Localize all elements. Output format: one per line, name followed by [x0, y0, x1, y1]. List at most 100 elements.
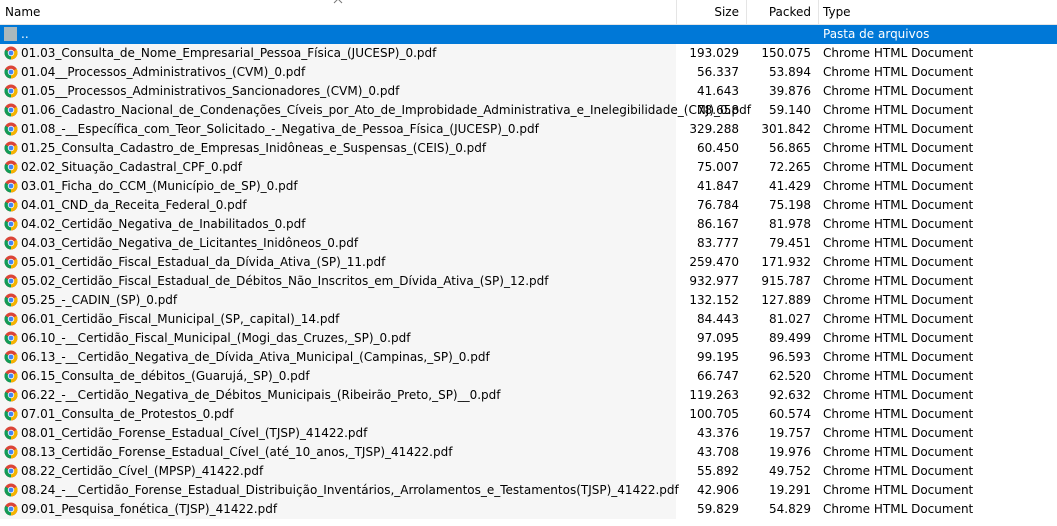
file-type: Chrome HTML Document: [823, 331, 974, 345]
file-row[interactable]: 04.01_CND_da_Receita_Federal_0.pdf 76.78…: [0, 196, 1057, 215]
file-row[interactable]: 06.10_-__Certidão_Fiscal_Municipal_(Mogi…: [0, 329, 1057, 348]
file-size: 99.195: [697, 350, 739, 364]
file-name: 05.25_-_CADIN_(SP)_0.pdf: [21, 293, 178, 307]
chrome-icon: [4, 198, 18, 212]
file-row[interactable]: 04.03_Certidão_Negativa_de_Licitantes_In…: [0, 234, 1057, 253]
file-size: 193.029: [689, 46, 739, 60]
chrome-icon: [4, 65, 18, 79]
file-type: Chrome HTML Document: [823, 350, 974, 364]
file-packed-size: 127.889: [761, 293, 811, 307]
file-name: 08.22_Certidão_Cível_(MPSP)_41422.pdf: [21, 464, 264, 478]
file-row[interactable]: 03.01_Ficha_do_CCM_(Município_de_SP)_0.p…: [0, 177, 1057, 196]
column-header-packed[interactable]: Packed: [747, 0, 811, 24]
file-type: Chrome HTML Document: [823, 46, 974, 60]
file-name: 04.01_CND_da_Receita_Federal_0.pdf: [21, 198, 247, 212]
column-header-size[interactable]: Size: [677, 0, 739, 24]
file-row[interactable]: 06.22_-__Certidão_Negativa_de_Débitos_Mu…: [0, 386, 1057, 405]
file-type: Chrome HTML Document: [823, 65, 974, 79]
file-list[interactable]: .. Pasta de arquivos 01.03_Consulta_de_N…: [0, 25, 1057, 519]
file-type: Chrome HTML Document: [823, 388, 974, 402]
column-divider[interactable]: [818, 0, 819, 24]
file-row[interactable]: 05.01_Certidão_Fiscal_Estadual_da_Dívida…: [0, 253, 1057, 272]
file-size: 86.167: [697, 217, 739, 231]
file-type: Chrome HTML Document: [823, 198, 974, 212]
chrome-icon: [4, 217, 18, 231]
file-row[interactable]: 06.01_Certidão_Fiscal_Municipal_(SP,_cap…: [0, 310, 1057, 329]
file-name: 04.02_Certidão_Negativa_de_Inabilitados_…: [21, 217, 306, 231]
chrome-icon: [4, 369, 18, 383]
file-row[interactable]: 06.13_-__Certidão_Negativa_de_Dívida_Ati…: [0, 348, 1057, 367]
sort-ascending-icon: [333, 0, 343, 4]
file-type: Chrome HTML Document: [823, 236, 974, 250]
file-row[interactable]: 06.15_Consulta_de_débitos_(Guarujá,_SP)_…: [0, 367, 1057, 386]
folder-up-icon: [4, 27, 17, 41]
file-row[interactable]: 08.22_Certidão_Cível_(MPSP)_41422.pdf 55…: [0, 462, 1057, 481]
chrome-icon: [4, 84, 18, 98]
chrome-icon: [4, 236, 18, 250]
column-header-name[interactable]: Name: [5, 0, 40, 24]
file-packed-size: 53.894: [769, 65, 811, 79]
chrome-icon: [4, 350, 18, 364]
column-header-type[interactable]: Type: [823, 0, 851, 24]
file-type: Chrome HTML Document: [823, 103, 974, 117]
file-name: 06.22_-__Certidão_Negativa_de_Débitos_Mu…: [21, 388, 501, 402]
file-row[interactable]: 05.25_-_CADIN_(SP)_0.pdf 132.152 127.889…: [0, 291, 1057, 310]
file-row[interactable]: 01.05__Processos_Administrativos_Sancion…: [0, 82, 1057, 101]
file-row[interactable]: 08.24_-__Certidão_Forense_Estadual_Distr…: [0, 481, 1057, 500]
file-name: 05.01_Certidão_Fiscal_Estadual_da_Dívida…: [21, 255, 386, 269]
file-packed-size: 60.574: [769, 407, 811, 421]
file-name: 01.03_Consulta_de_Nome_Empresarial_Pesso…: [21, 46, 437, 60]
file-size: 56.337: [697, 65, 739, 79]
file-row[interactable]: 05.02_Certidão_Fiscal_Estadual_de_Débito…: [0, 272, 1057, 291]
file-row[interactable]: 02.02_Situação_Cadastral_CPF_0.pdf 75.00…: [0, 158, 1057, 177]
chrome-icon: [4, 464, 18, 478]
chrome-icon: [4, 46, 18, 60]
file-row[interactable]: 07.01_Consulta_de_Protestos_0.pdf 100.70…: [0, 405, 1057, 424]
file-packed-size: 301.842: [761, 122, 811, 136]
file-type: Chrome HTML Document: [823, 407, 974, 421]
file-name: 06.01_Certidão_Fiscal_Municipal_(SP,_cap…: [21, 312, 340, 326]
file-name: 04.03_Certidão_Negativa_de_Licitantes_In…: [21, 236, 359, 250]
file-row[interactable]: 01.08_-__Específica_com_Teor_Solicitado_…: [0, 120, 1057, 139]
file-packed-size: 59.140: [769, 103, 811, 117]
file-name: 08.13_Certidão_Forense_Estadual_Cível_(a…: [21, 445, 453, 459]
file-row[interactable]: 08.01_Certidão_Forense_Estadual_Cível_(T…: [0, 424, 1057, 443]
chrome-icon: [4, 293, 18, 307]
file-name: 06.13_-__Certidão_Negativa_de_Dívida_Ati…: [21, 350, 490, 364]
chrome-icon: [4, 483, 18, 497]
file-packed-size: 62.520: [769, 369, 811, 383]
file-type: Pasta de arquivos: [823, 27, 930, 41]
file-row[interactable]: 01.25_Consulta_Cadastro_de_Empresas_Inid…: [0, 139, 1057, 158]
file-name: 09.01_Pesquisa_fonética_(TJSP)_41422.pdf: [21, 502, 278, 516]
file-packed-size: 49.752: [769, 464, 811, 478]
file-packed-size: 72.265: [769, 160, 811, 174]
file-type: Chrome HTML Document: [823, 160, 974, 174]
file-name: ..: [21, 27, 29, 41]
file-name: 05.02_Certidão_Fiscal_Estadual_de_Débito…: [21, 274, 549, 288]
file-type: Chrome HTML Document: [823, 464, 974, 478]
file-name: 01.25_Consulta_Cadastro_de_Empresas_Inid…: [21, 141, 487, 155]
file-row[interactable]: 09.01_Pesquisa_fonética_(TJSP)_41422.pdf…: [0, 500, 1057, 519]
file-row[interactable]: 01.04__Processos_Administrativos_(CVM)_0…: [0, 63, 1057, 82]
file-row[interactable]: 01.03_Consulta_de_Nome_Empresarial_Pesso…: [0, 44, 1057, 63]
file-packed-size: 54.829: [769, 502, 811, 516]
file-row[interactable]: 04.02_Certidão_Negativa_de_Inabilitados_…: [0, 215, 1057, 234]
chrome-icon: [4, 141, 18, 155]
parent-folder-row[interactable]: .. Pasta de arquivos: [0, 25, 1057, 44]
file-name: 08.24_-__Certidão_Forense_Estadual_Distr…: [21, 483, 679, 497]
file-packed-size: 171.932: [761, 255, 811, 269]
file-size: 43.708: [697, 445, 739, 459]
file-row[interactable]: 01.06_Cadastro_Nacional_de_Condenações_C…: [0, 101, 1057, 120]
file-size: 41.847: [697, 179, 739, 193]
file-type: Chrome HTML Document: [823, 141, 974, 155]
file-packed-size: 41.429: [769, 179, 811, 193]
file-name: 08.01_Certidão_Forense_Estadual_Cível_(T…: [21, 426, 368, 440]
file-size: 76.784: [697, 198, 739, 212]
file-size: 132.152: [689, 293, 739, 307]
file-packed-size: 81.978: [769, 217, 811, 231]
file-size: 97.095: [697, 331, 739, 345]
file-size: 42.906: [697, 483, 739, 497]
file-row[interactable]: 08.13_Certidão_Forense_Estadual_Cível_(a…: [0, 443, 1057, 462]
file-size: 119.263: [689, 388, 739, 402]
chrome-icon: [4, 407, 18, 421]
